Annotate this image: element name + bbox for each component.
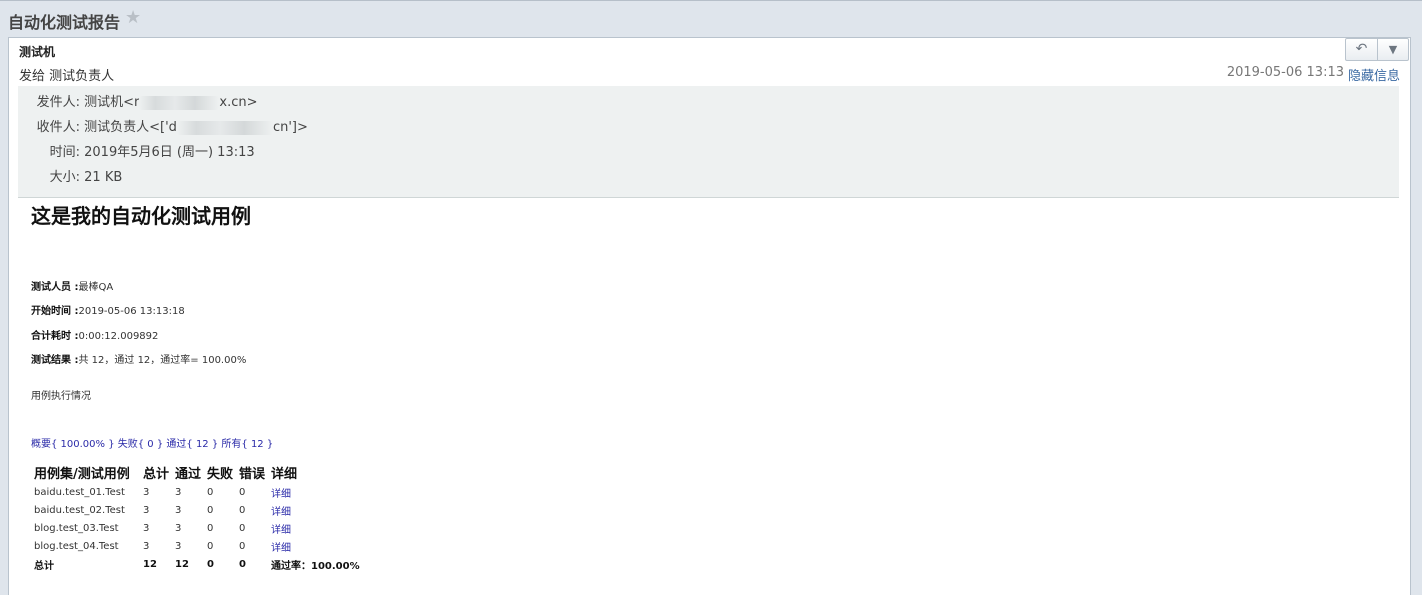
detail-link[interactable]: 详细 <box>268 483 363 501</box>
mail-actions: ↶ ▼ <box>1345 38 1409 61</box>
filter-links: 概要{ 100.00% } 失败{ 0 } 通过{ 12 } 所有{ 12 } <box>31 435 273 450</box>
mail-details-panel: 发件人: 测试机<r x.cn> 收件人: 测试负责人<['d cn']> 时间: … <box>18 86 1399 198</box>
detail-link[interactable]: 详细 <box>268 537 363 555</box>
col-total: 总计 <box>143 466 170 482</box>
reply-button[interactable]: ↶ <box>1346 39 1378 60</box>
table-row: baidu.test_01.Test 3 3 0 0 详细 <box>31 483 363 501</box>
filter-failed-link[interactable]: 失败{ 0 } <box>118 439 163 450</box>
fail-cell: 0 <box>207 486 214 498</box>
fail-cell: 0 <box>207 540 214 552</box>
to-value: 测试负责人<['d cn']> <box>84 120 308 135</box>
table-row: blog.test_04.Test 3 3 0 0 详细 <box>31 537 363 555</box>
filter-all-link[interactable]: 所有{ 12 } <box>221 439 273 450</box>
pass-rate: 通过率：100.00% <box>271 560 360 572</box>
col-detail: 详细 <box>271 466 298 482</box>
time-value: 2019年5月6日 (周一) 13:13 <box>84 145 255 160</box>
to-label: 收件人: <box>36 120 80 135</box>
size-label: 大小: <box>49 170 80 185</box>
star-icon[interactable]: ★ <box>125 7 141 28</box>
window-header: 自动化测试报告 ★ <box>0 0 1422 39</box>
time-label: 时间: <box>49 145 80 160</box>
to-row: 收件人: 测试负责人<['d cn']> <box>18 118 308 138</box>
suite-name: baidu.test_02.Test <box>34 504 125 516</box>
elapsed-line: 合计耗时 :0:00:12.009892 <box>31 327 158 342</box>
pass-cell: 3 <box>175 522 182 534</box>
fail-cell: 0 <box>207 504 214 516</box>
result-line: 测试结果 :共 12，通过 12，通过率= 100.00% <box>31 351 246 366</box>
hide-info-link[interactable]: 隐藏信息 <box>1348 65 1400 84</box>
table-row: baidu.test_02.Test 3 3 0 0 详细 <box>31 501 363 519</box>
col-suite: 用例集/测试用例 <box>34 466 130 482</box>
from-value: 测试机<r x.cn> <box>84 95 258 110</box>
redacted-mask <box>139 95 220 110</box>
sender-name: 测试机 <box>19 45 56 59</box>
tester-line: 测试人员 :最棒QA <box>31 278 113 293</box>
table-row: blog.test_03.Test 3 3 0 0 详细 <box>31 519 363 537</box>
suite-name: blog.test_04.Test <box>34 540 119 552</box>
pass-cell: 3 <box>175 504 182 516</box>
execution-heading: 用例执行情况 <box>31 391 91 402</box>
time-row: 时间: 2019年5月6日 (周一) 13:13 <box>18 143 255 163</box>
start-time-line: 开始时间 :2019-05-06 13:13:18 <box>31 302 185 317</box>
result-label: 测试结果 : <box>31 355 79 366</box>
table-header-row: 用例集/测试用例 总计 通过 失败 错误 详细 <box>31 461 363 483</box>
suite-name: blog.test_03.Test <box>34 522 119 534</box>
fail-cell: 0 <box>207 522 214 534</box>
filter-summary-link[interactable]: 概要{ 100.00% } <box>31 439 115 450</box>
col-fail: 失败 <box>207 466 234 482</box>
col-pass: 通过 <box>175 466 202 482</box>
reply-icon: ↶ <box>1355 41 1368 57</box>
total-sum: 12 <box>143 558 157 570</box>
redacted-mask <box>176 120 273 135</box>
col-error: 错误 <box>239 466 266 482</box>
error-cell: 0 <box>239 522 246 534</box>
pass-sum: 12 <box>175 558 189 570</box>
error-cell: 0 <box>239 486 246 498</box>
detail-link[interactable]: 详细 <box>268 501 363 519</box>
start-time-label: 开始时间 : <box>31 306 79 317</box>
table-total-row: 总计 12 12 0 0 通过率：100.00% <box>31 555 363 573</box>
results-table: 用例集/测试用例 总计 通过 失败 错误 详细 baidu.test_01.Te… <box>31 461 363 573</box>
size-value: 21 KB <box>84 170 123 185</box>
mail-date: 2019-05-06 13:13 <box>1226 65 1344 80</box>
start-time-value: 2019-05-06 13:13:18 <box>78 306 185 317</box>
total-cell: 3 <box>143 504 150 516</box>
fail-sum: 0 <box>207 558 214 570</box>
error-cell: 0 <box>239 504 246 516</box>
from-label: 发件人: <box>36 95 80 110</box>
recipient-line: 发给 测试负责人 <box>19 69 115 84</box>
error-sum: 0 <box>239 558 246 570</box>
total-cell: 3 <box>143 540 150 552</box>
size-row: 大小: 21 KB <box>18 168 123 188</box>
error-cell: 0 <box>239 540 246 552</box>
report-title: 这是我的自动化测试用例 <box>31 204 251 228</box>
result-value: 共 12，通过 12，通过率= 100.00% <box>78 355 247 366</box>
tester-label: 测试人员 : <box>31 282 79 293</box>
elapsed-value: 0:00:12.009892 <box>78 331 159 342</box>
from-row: 发件人: 测试机<r x.cn> <box>18 93 258 113</box>
detail-link[interactable]: 详细 <box>268 519 363 537</box>
elapsed-label: 合计耗时 : <box>31 331 79 342</box>
total-cell: 3 <box>143 522 150 534</box>
pass-cell: 3 <box>175 486 182 498</box>
suite-name: baidu.test_01.Test <box>34 486 125 498</box>
filter-passed-link[interactable]: 通过{ 12 } <box>166 439 218 450</box>
more-actions-button[interactable]: ▼ <box>1378 39 1408 60</box>
chevron-down-icon: ▼ <box>1388 43 1398 56</box>
total-cell: 3 <box>143 486 150 498</box>
window-title: 自动化测试报告 <box>8 13 121 32</box>
total-label: 总计 <box>34 560 54 572</box>
pass-cell: 3 <box>175 540 182 552</box>
tester-value: 最棒QA <box>78 282 114 293</box>
